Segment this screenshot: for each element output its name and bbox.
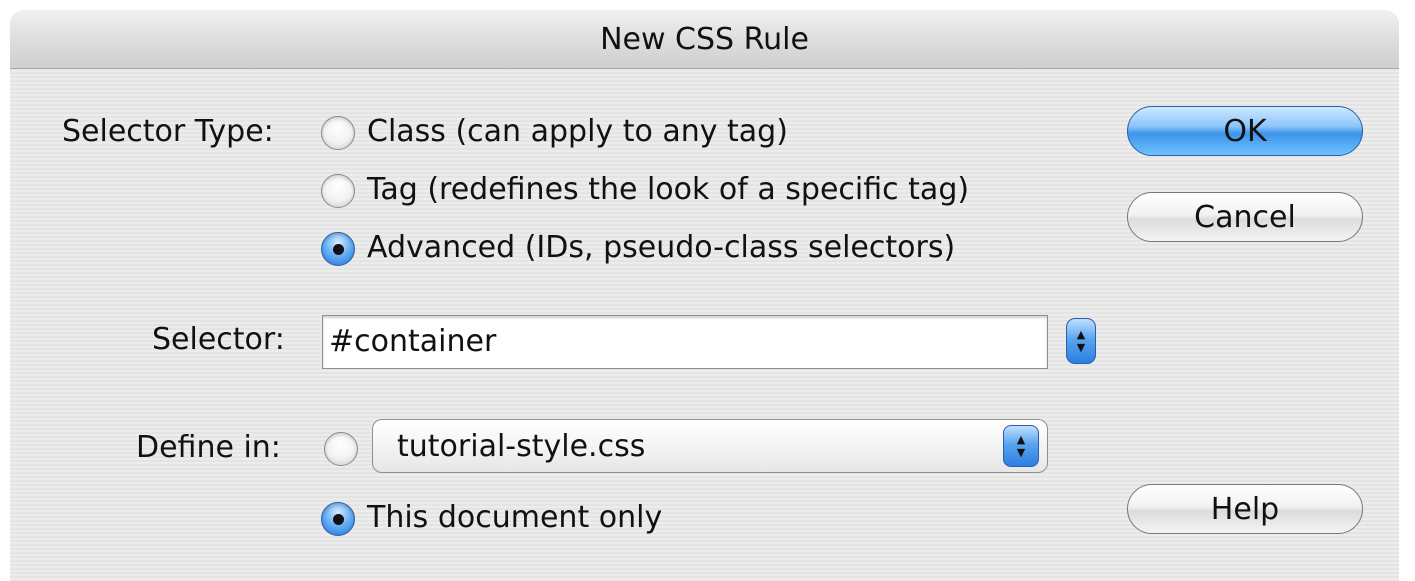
stylesheet-popup-value: tutorial-style.css (397, 429, 646, 464)
down-arrow-icon: ▼ (1076, 341, 1086, 354)
help-button[interactable]: Help (1127, 484, 1363, 534)
radio-advanced[interactable] (321, 232, 355, 266)
radio-class[interactable] (321, 116, 355, 150)
define-in-label: Define in: (136, 430, 281, 465)
up-arrow-icon: ▲ (1076, 328, 1086, 341)
new-css-rule-dialog: New CSS Rule Selector Type: Class (can a… (10, 10, 1399, 581)
radio-define-in-file[interactable] (324, 432, 358, 466)
selector-input[interactable]: #container (322, 315, 1048, 369)
radio-tag[interactable] (321, 174, 355, 208)
selector-type-label: Selector Type: (62, 114, 274, 149)
ok-button[interactable]: OK (1127, 106, 1363, 156)
radio-class-label[interactable]: Class (can apply to any tag) (367, 114, 788, 149)
popup-arrows-icon: ▲ ▼ (1003, 425, 1039, 467)
radio-advanced-label[interactable]: Advanced (IDs, pseudo-class selectors) (367, 230, 955, 265)
selector-dropdown-stepper[interactable]: ▲ ▼ (1066, 318, 1096, 364)
radio-this-document[interactable] (321, 502, 355, 536)
cancel-button[interactable]: Cancel (1127, 192, 1363, 242)
radio-this-document-label[interactable]: This document only (367, 500, 662, 535)
radio-tag-label[interactable]: Tag (redefines the look of a specific ta… (367, 172, 969, 207)
stylesheet-popup[interactable]: tutorial-style.css ▲ ▼ (372, 419, 1048, 473)
window-title: New CSS Rule (10, 10, 1399, 69)
selector-label: Selector: (152, 322, 285, 357)
